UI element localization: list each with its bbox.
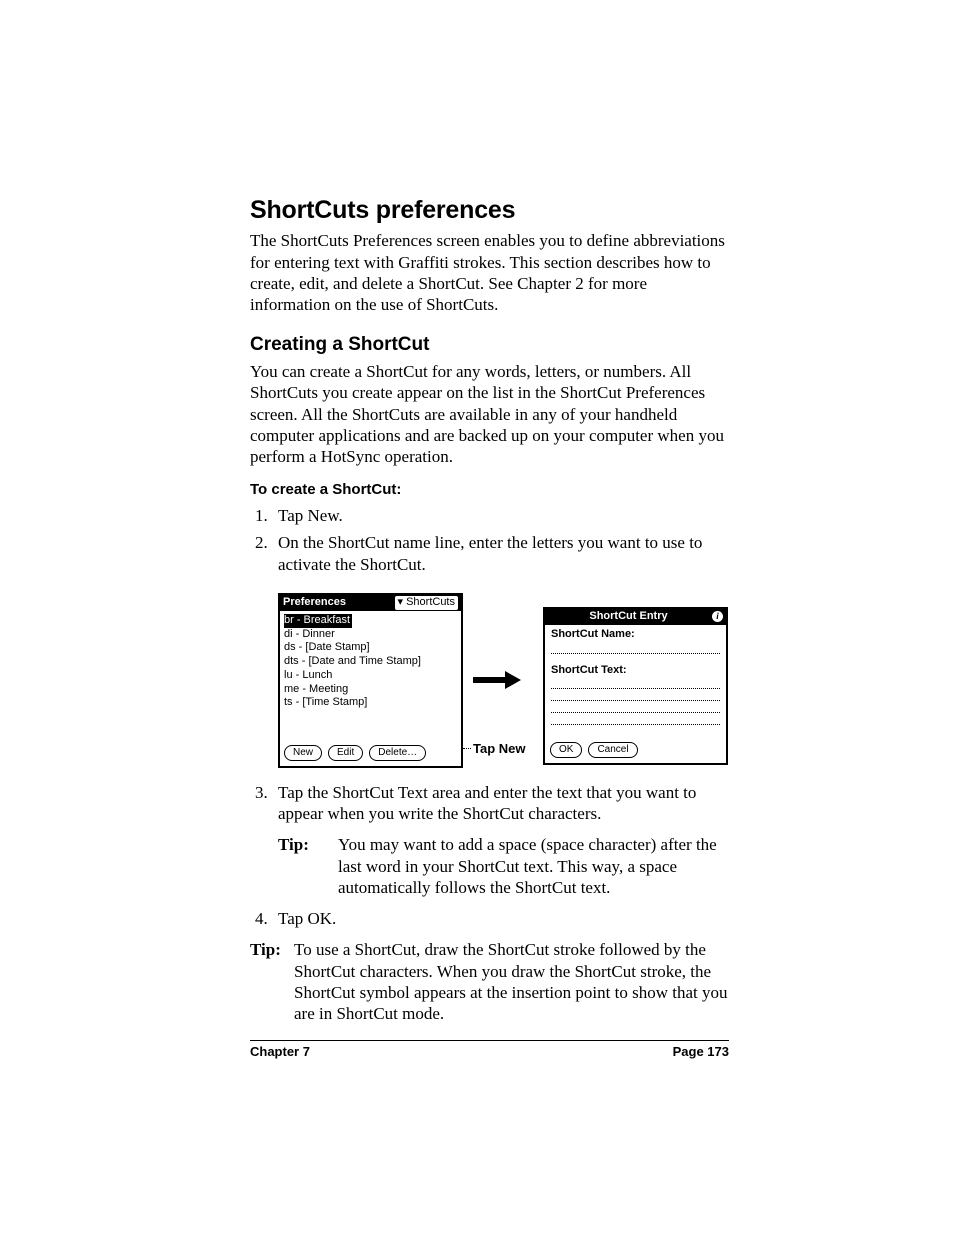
figure-row: Preferences ▾ ShortCuts br - Breakfast d… <box>278 593 729 768</box>
list-item[interactable]: lu - Lunch <box>284 669 457 683</box>
delete-button[interactable]: Delete… <box>369 745 426 761</box>
shortcut-name-field[interactable] <box>551 642 720 654</box>
arrow-icon <box>473 671 523 689</box>
tip-label: Tip: <box>250 939 294 1024</box>
shortcut-entry-screenshot: ShortCut Entry i ShortCut Name: ShortCut… <box>543 607 728 765</box>
procedure-list: Tap New. On the ShortCut name line, ente… <box>250 505 729 575</box>
creating-shortcut-paragraph: You can create a ShortCut for any words,… <box>250 361 729 467</box>
arrow-column: Tap New <box>473 593 533 768</box>
preferences-titlebar: Preferences ▾ ShortCuts <box>280 595 461 611</box>
list-item[interactable]: ts - [Time Stamp] <box>284 696 457 710</box>
shortcut-text-field[interactable] <box>551 689 720 701</box>
tip-body: To use a ShortCut, draw the ShortCut str… <box>294 939 729 1024</box>
shortcut-text-field[interactable] <box>551 677 720 689</box>
cancel-button[interactable]: Cancel <box>588 742 637 758</box>
dropdown-arrow-icon: ▾ <box>398 596 404 610</box>
figure-callout: Tap New <box>473 741 526 757</box>
dropdown-label: ShortCuts <box>406 596 455 610</box>
edit-button[interactable]: Edit <box>328 745 363 761</box>
entry-titlebar: ShortCut Entry i <box>545 609 726 625</box>
procedure-list-cont2: Tap OK. <box>250 908 729 929</box>
preferences-dropdown[interactable]: ▾ ShortCuts <box>395 596 458 610</box>
step-4: Tap OK. <box>272 908 729 929</box>
tip-outer: Tip: To use a ShortCut, draw the ShortCu… <box>250 939 729 1024</box>
list-item[interactable]: me - Meeting <box>284 683 457 697</box>
preferences-screenshot: Preferences ▾ ShortCuts br - Breakfast d… <box>278 593 463 768</box>
footer-page: Page 173 <box>673 1044 729 1060</box>
list-item[interactable]: br - Breakfast <box>284 614 352 628</box>
preferences-title: Preferences <box>283 596 346 610</box>
procedure-heading: To create a ShortCut: <box>250 481 729 500</box>
procedure-list-cont: Tap the ShortCut Text area and enter the… <box>250 782 729 825</box>
shortcut-text-field[interactable] <box>551 713 720 725</box>
step-1: Tap New. <box>272 505 729 526</box>
new-button[interactable]: New <box>284 745 322 761</box>
list-item[interactable]: di - Dinner <box>284 628 457 642</box>
tip-inner: Tip: You may want to add a space (space … <box>278 834 729 898</box>
info-icon[interactable]: i <box>712 611 723 622</box>
page-footer: Chapter 7 Page 173 <box>250 1040 729 1060</box>
tip-label: Tip: <box>278 834 338 898</box>
entry-title: ShortCut Entry <box>545 610 712 624</box>
heading-creating-shortcut: Creating a ShortCut <box>250 333 729 357</box>
step-2: On the ShortCut name line, enter the let… <box>272 532 729 575</box>
document-page: ShortCuts preferences The ShortCuts Pref… <box>0 0 954 1235</box>
heading-shortcuts-preferences: ShortCuts preferences <box>250 195 729 226</box>
entry-body: ShortCut Name: ShortCut Text: <box>545 625 726 739</box>
step-3: Tap the ShortCut Text area and enter the… <box>272 782 729 825</box>
intro-paragraph: The ShortCuts Preferences screen enables… <box>250 230 729 315</box>
ok-button[interactable]: OK <box>550 742 582 758</box>
shortcut-list[interactable]: br - Breakfast di - Dinner ds - [Date St… <box>280 611 461 742</box>
footer-chapter: Chapter 7 <box>250 1044 310 1060</box>
shortcut-name-label: ShortCut Name: <box>551 628 720 642</box>
list-item[interactable]: ds - [Date Stamp] <box>284 641 457 655</box>
preferences-button-row: New Edit Delete… <box>280 742 461 766</box>
tip-body: You may want to add a space (space chara… <box>338 834 729 898</box>
shortcut-text-field[interactable] <box>551 701 720 713</box>
list-item[interactable]: dts - [Date and Time Stamp] <box>284 655 457 669</box>
shortcut-text-label: ShortCut Text: <box>551 664 720 678</box>
entry-button-row: OK Cancel <box>545 739 726 763</box>
